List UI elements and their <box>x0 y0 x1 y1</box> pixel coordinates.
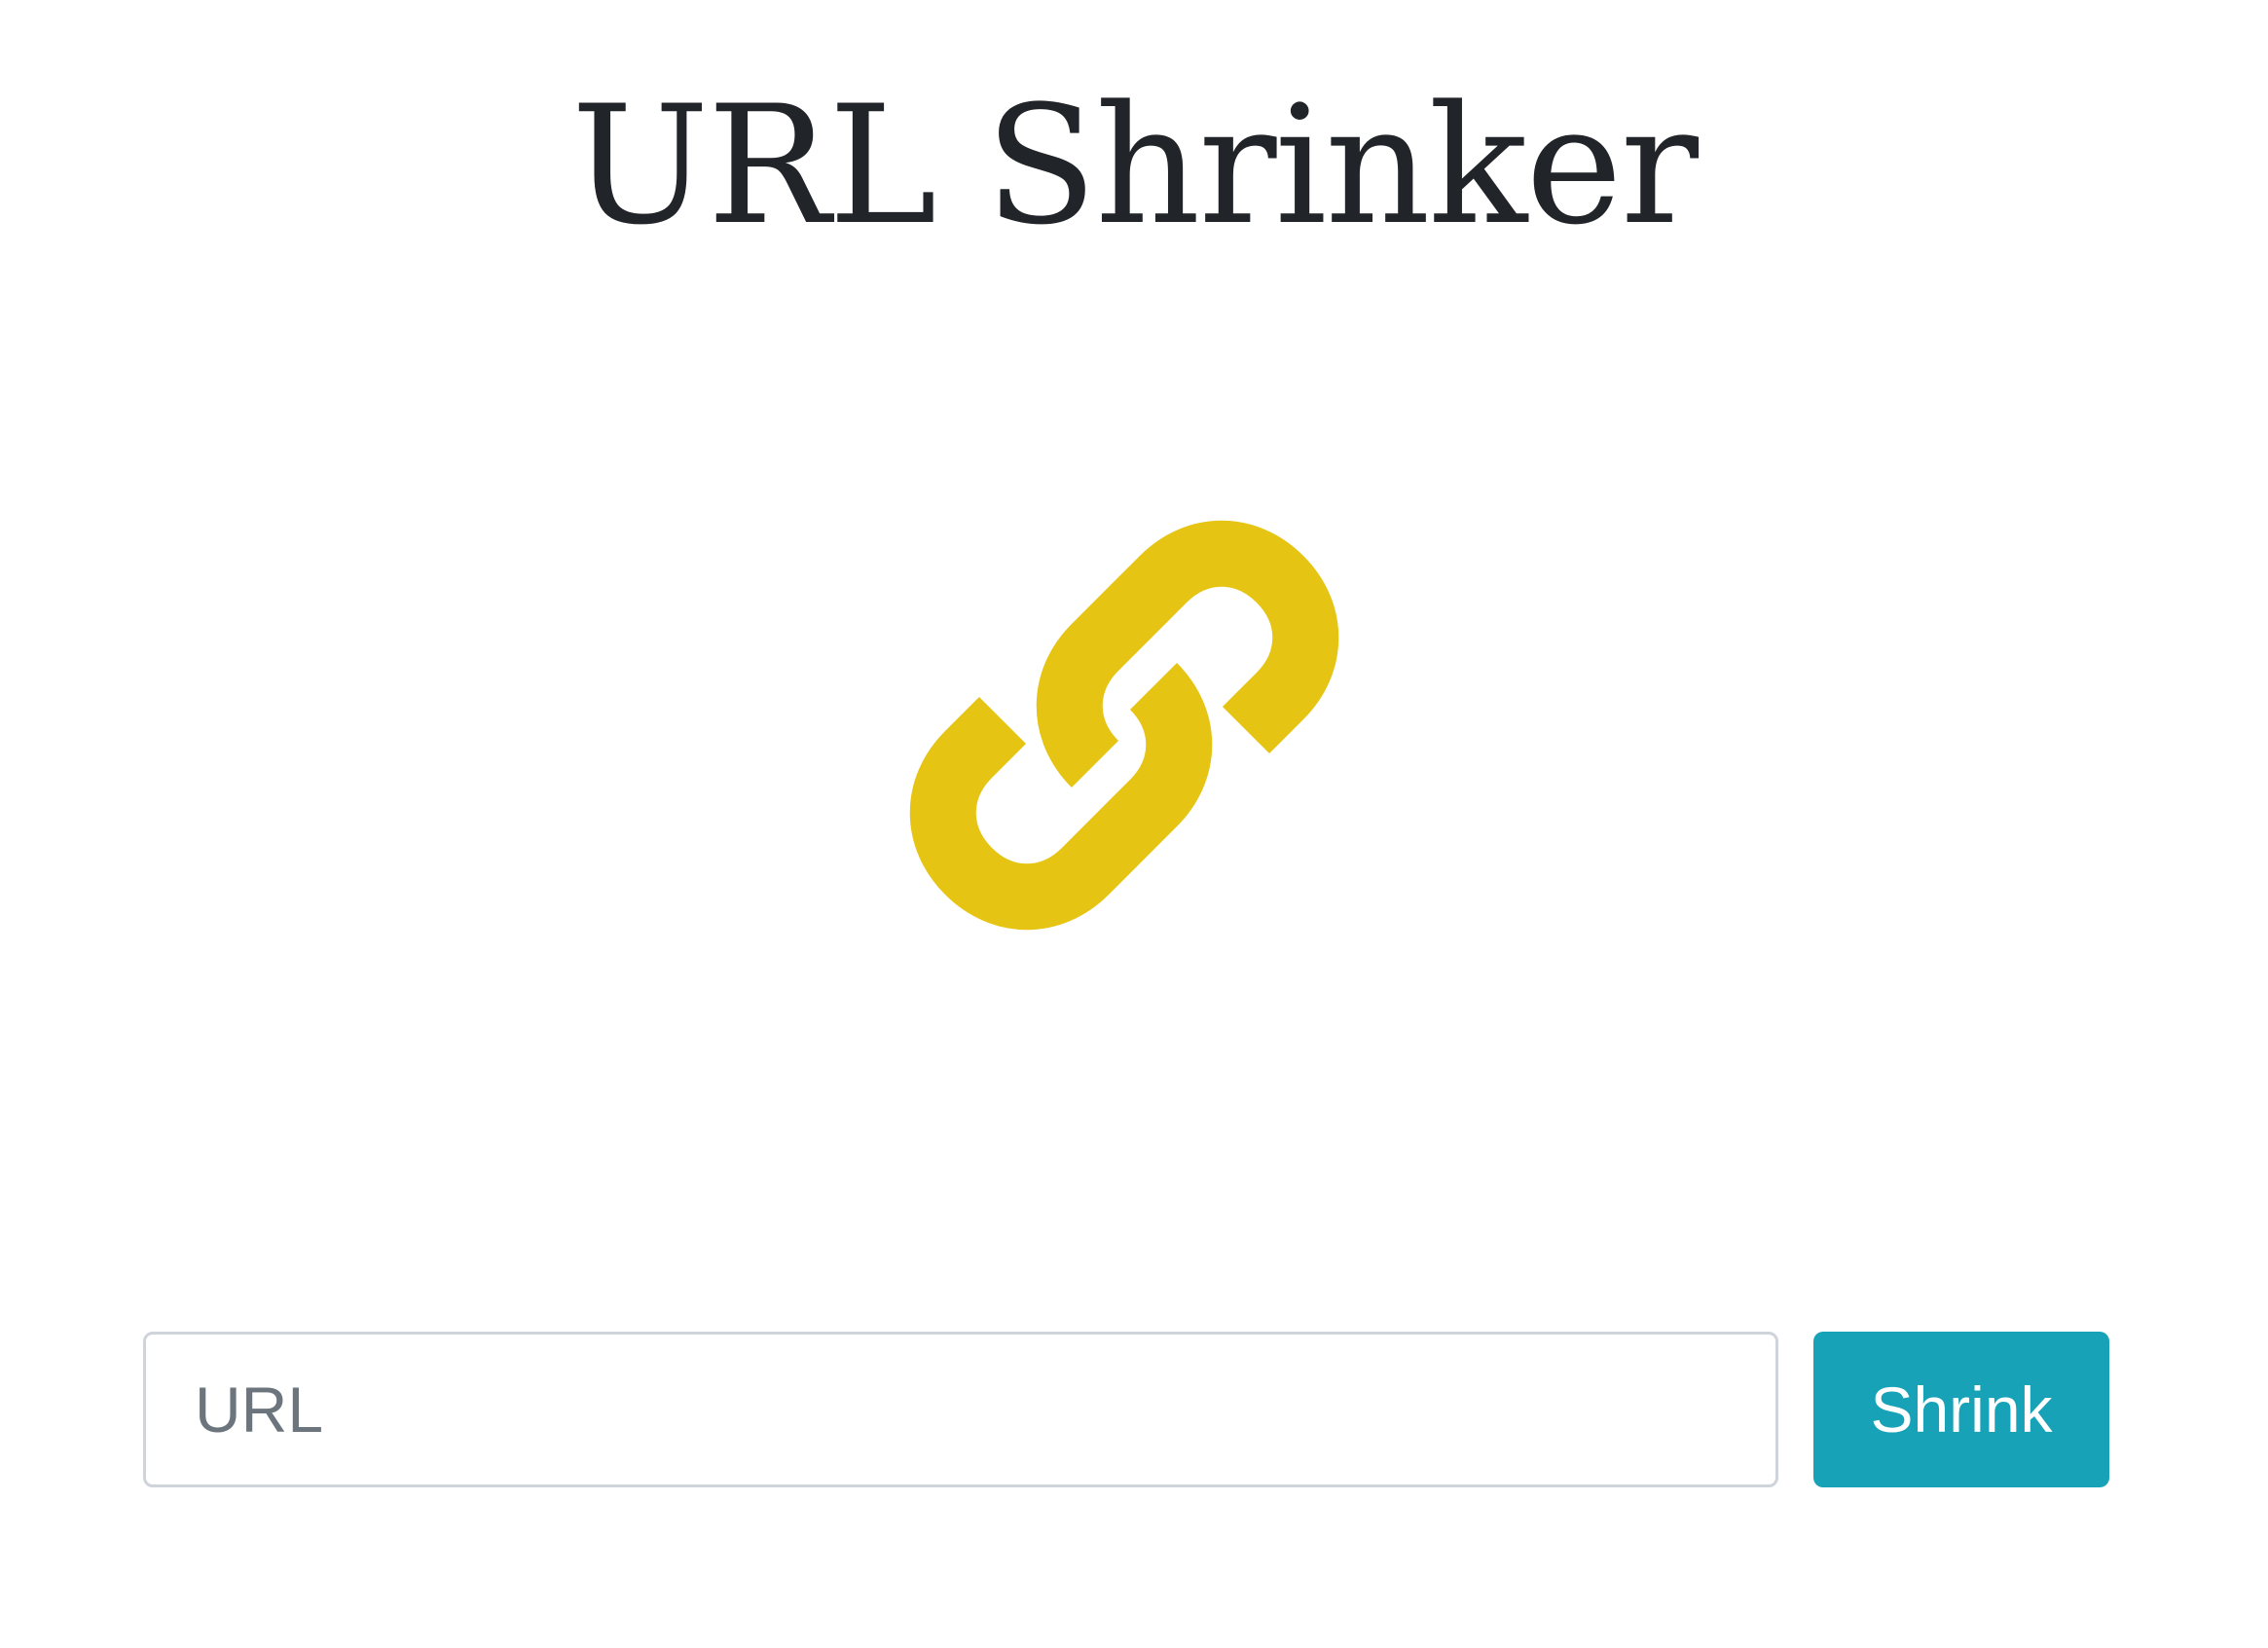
url-form: Shrink <box>143 1332 2109 1487</box>
link-icon <box>905 506 1343 944</box>
url-input[interactable] <box>143 1332 1778 1487</box>
page-title: URL Shrinker <box>570 70 1699 261</box>
shrink-button[interactable]: Shrink <box>1813 1332 2109 1487</box>
